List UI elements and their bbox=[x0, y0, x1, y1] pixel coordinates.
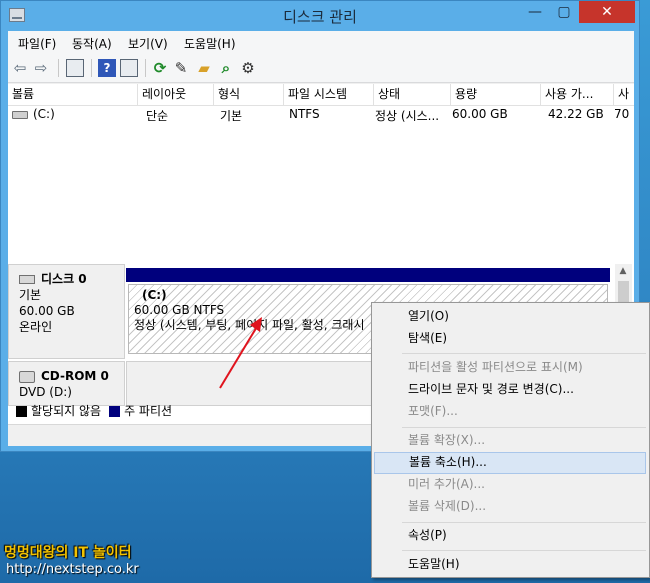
column-header-layout[interactable]: 레이아웃 bbox=[138, 84, 214, 105]
maximize-button[interactable]: ▢ bbox=[550, 1, 578, 23]
table-row[interactable]: (C:) 단순 기본 NTFS 정상 (시스... 60.00 GB 42.22… bbox=[8, 106, 634, 124]
partition-name: (C:) bbox=[142, 288, 167, 302]
menu-file[interactable]: 파일(F) bbox=[18, 35, 56, 52]
cdrom-0-info[interactable]: CD-ROM 0 DVD (D:) bbox=[8, 361, 125, 406]
toolbar-separator bbox=[58, 59, 59, 77]
menu-item-explore[interactable]: 탐색(E) bbox=[374, 328, 646, 350]
menu-separator bbox=[402, 353, 646, 354]
cell-filesystem: NTFS bbox=[289, 107, 320, 121]
forward-arrow-icon[interactable]: ⇨ bbox=[32, 59, 50, 77]
menu-item-format[interactable]: 포맷(F)... bbox=[374, 401, 646, 423]
cdrom-0-drive: DVD (D:) bbox=[19, 385, 72, 399]
toolbar-separator bbox=[91, 59, 92, 77]
menu-item-shrink-volume[interactable]: 볼륨 축소(H)... bbox=[374, 452, 646, 474]
cell-capacity: 60.00 GB bbox=[452, 107, 508, 121]
volume-list-header: 볼륨 레이아웃 형식 파일 시스템 상태 용량 사용 가... 사 bbox=[8, 84, 634, 106]
cdrom-0-title: CD-ROM 0 bbox=[41, 369, 109, 383]
open-folder-icon[interactable]: ▰ bbox=[195, 59, 213, 77]
disk-0-kind: 기본 bbox=[19, 288, 42, 302]
context-menu: 열기(O) 탐색(E) 파티션을 활성 파티션으로 표시(M) 드라이브 문자 … bbox=[371, 302, 650, 578]
disk-0-info[interactable]: 디스크 0 기본 60.00 GB 온라인 bbox=[8, 264, 125, 359]
search-icon[interactable]: ⌕ bbox=[217, 59, 235, 77]
cell-status: 정상 (시스... bbox=[375, 109, 440, 123]
primary-partition-bar bbox=[126, 268, 610, 282]
menu-item-extend-volume[interactable]: 볼륨 확장(X)... bbox=[374, 430, 646, 452]
cell-free-space: 42.22 GB bbox=[548, 107, 604, 121]
column-header-filesystem[interactable]: 파일 시스템 bbox=[284, 84, 374, 105]
title-bar[interactable]: 디스크 관리 — ▢ ✕ bbox=[1, 1, 639, 31]
menu-bar: 파일(F) 동작(A) 보기(V) 도움말(H) bbox=[8, 31, 634, 53]
column-header-type[interactable]: 형식 bbox=[214, 84, 284, 105]
cd-drive-icon bbox=[19, 370, 35, 383]
volume-list: 볼륨 레이아웃 형식 파일 시스템 상태 용량 사용 가... 사 (C:) 단… bbox=[8, 84, 634, 284]
column-header-percent-free[interactable]: 사 bbox=[614, 84, 634, 105]
drive-icon bbox=[12, 110, 28, 119]
menu-item-delete-volume[interactable]: 볼륨 삭제(D)... bbox=[374, 496, 646, 518]
menu-item-open[interactable]: 열기(O) bbox=[374, 306, 646, 328]
cell-type: 기본 bbox=[220, 109, 243, 123]
cell-volume: (C:) bbox=[12, 107, 136, 121]
legend: 할당되지 않음 주 파티션 bbox=[8, 402, 378, 422]
column-header-volume[interactable]: 볼륨 bbox=[8, 84, 138, 105]
legend-label-unallocated: 할당되지 않음 bbox=[31, 404, 102, 418]
volume-name: (C:) bbox=[33, 107, 55, 121]
disk-0-size: 60.00 GB bbox=[19, 304, 75, 318]
toolbar-separator bbox=[145, 59, 146, 77]
column-header-status[interactable]: 상태 bbox=[374, 84, 451, 105]
disk-0-title: 디스크 0 bbox=[41, 272, 87, 286]
column-header-free-space[interactable]: 사용 가... bbox=[541, 84, 614, 105]
hard-disk-icon bbox=[19, 275, 35, 284]
watermark-title: 멍멍대왕의 IT 놀이터 bbox=[4, 545, 132, 561]
refresh-icon[interactable]: ⟳ bbox=[151, 59, 169, 77]
menu-separator bbox=[402, 427, 646, 428]
menu-item-help[interactable]: 도움말(H) bbox=[374, 554, 646, 576]
column-header-capacity[interactable]: 용량 bbox=[451, 84, 541, 105]
menu-separator bbox=[402, 550, 646, 551]
legend-label-primary: 주 파티션 bbox=[124, 404, 173, 418]
menu-help[interactable]: 도움말(H) bbox=[184, 35, 236, 52]
properties-view-icon[interactable] bbox=[120, 59, 138, 77]
scroll-up-icon[interactable]: ▲ bbox=[615, 264, 631, 279]
annotation-arrow bbox=[219, 317, 262, 389]
disk-0-title-row: 디스크 0 bbox=[19, 271, 124, 287]
menu-item-mark-active[interactable]: 파티션을 활성 파티션으로 표시(M) bbox=[374, 357, 646, 379]
cell-layout: 단순 bbox=[146, 109, 169, 123]
watermark-url: http://nextstep.co.kr bbox=[6, 562, 139, 577]
console-tree-icon[interactable] bbox=[66, 59, 84, 77]
back-arrow-icon[interactable]: ⇦ bbox=[11, 59, 29, 77]
help-icon[interactable]: ? bbox=[98, 59, 116, 77]
settings-icon[interactable]: ⚙ bbox=[239, 59, 257, 77]
toolbar: ⇦ ⇨ ? ⟳ ✎ ▰ ⌕ ⚙ bbox=[8, 53, 634, 83]
menu-item-properties[interactable]: 속성(P) bbox=[374, 525, 646, 547]
menu-item-change-drive-letter[interactable]: 드라이브 문자 및 경로 변경(C)... bbox=[374, 379, 646, 401]
minimize-button[interactable]: — bbox=[521, 1, 549, 23]
menu-item-add-mirror[interactable]: 미러 추가(A)... bbox=[374, 474, 646, 496]
legend-swatch-unallocated bbox=[16, 406, 27, 417]
legend-swatch-primary bbox=[109, 406, 121, 417]
menu-action[interactable]: 동작(A) bbox=[72, 35, 112, 52]
properties-icon[interactable]: ✎ bbox=[172, 59, 190, 77]
cdrom-0-title-row: CD-ROM 0 bbox=[19, 368, 124, 384]
menu-view[interactable]: 보기(V) bbox=[128, 35, 168, 52]
disk-0-state: 온라인 bbox=[19, 320, 53, 334]
cell-percent-free: 70 bbox=[614, 107, 630, 121]
menu-separator bbox=[402, 522, 646, 523]
close-button[interactable]: ✕ bbox=[579, 1, 635, 23]
